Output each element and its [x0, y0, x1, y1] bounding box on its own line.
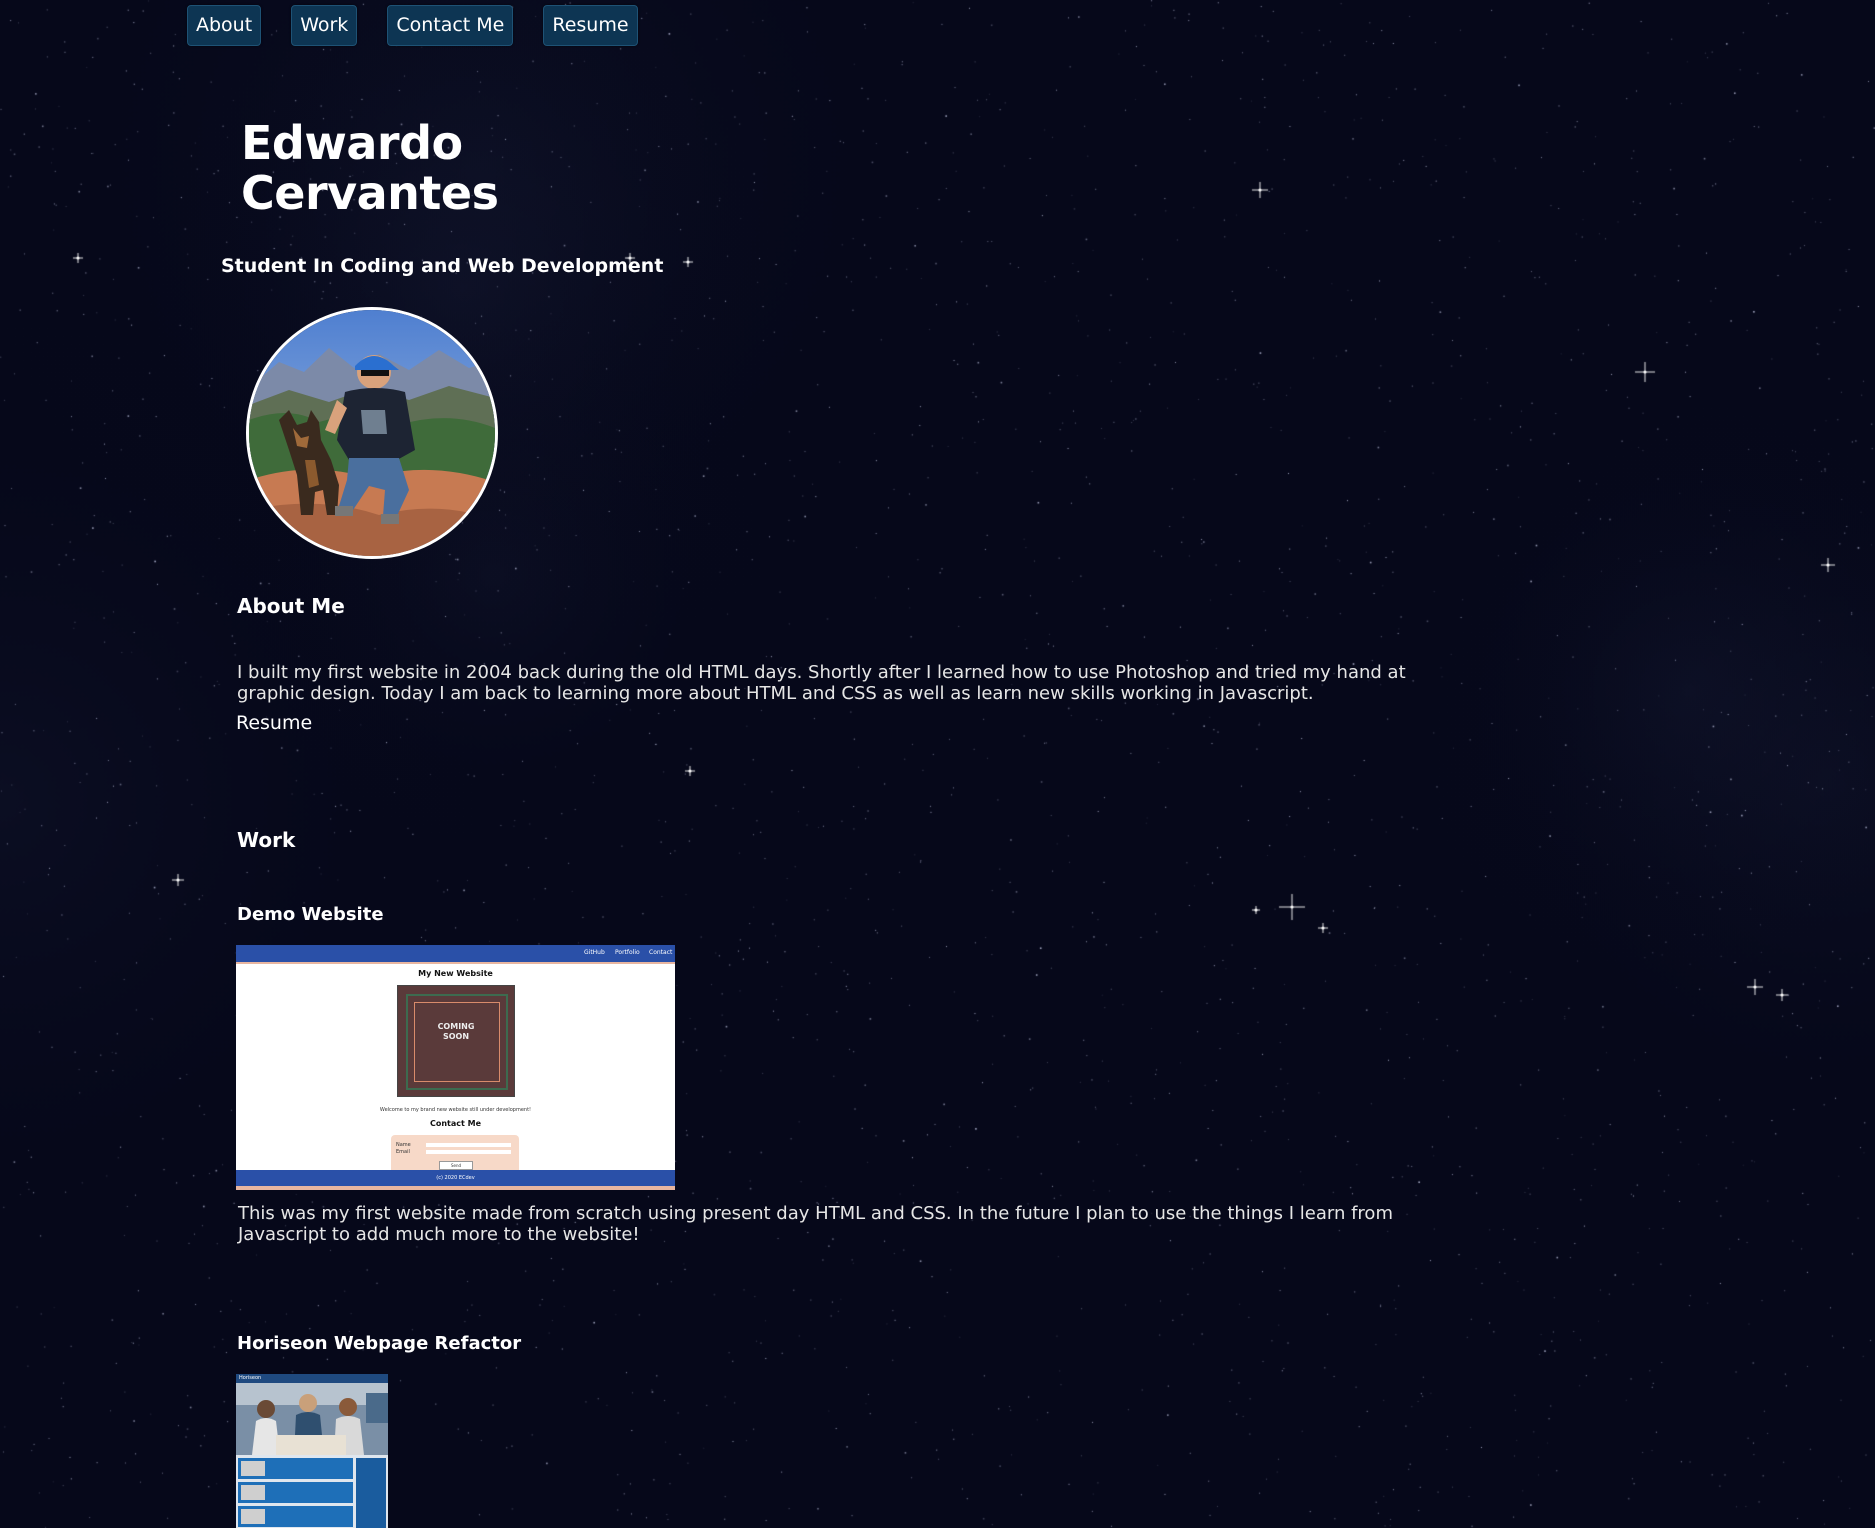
horiseon-header-bar: Horiseon — [236, 1374, 388, 1383]
about-text: I built my first website in 2004 back du… — [237, 662, 1406, 704]
horiseon-sidebar — [356, 1458, 386, 1528]
horiseon-card-2-image — [241, 1485, 265, 1500]
resume-link[interactable]: Resume — [236, 712, 312, 734]
project-title-horiseon: Horiseon Webpage Refactor — [237, 1333, 522, 1354]
nav-contact-button[interactable]: Contact Me — [387, 5, 514, 46]
mini-form-name-label: Name — [396, 1142, 411, 1148]
mini-form-email-label: Email — [396, 1149, 410, 1155]
nav-work-button[interactable]: Work — [291, 5, 358, 46]
mini-form-send-button: Send — [439, 1161, 473, 1170]
mini-nav-github: GitHub — [584, 949, 605, 956]
nav-resume-button[interactable]: Resume — [543, 5, 638, 46]
horiseon-hero-image — [236, 1383, 388, 1455]
mini-nav-portfolio: Portfolio — [615, 949, 640, 956]
top-nav: About Work Contact Me Resume — [187, 5, 638, 46]
badge-line-2: SOON — [442, 1032, 470, 1041]
name-last: Cervantes — [241, 166, 499, 220]
page: About Work Contact Me Resume Edwardo Cer… — [0, 0, 1875, 1528]
horiseon-screenshot[interactable]: Horiseon — [236, 1374, 388, 1528]
subtitle: Student In Coding and Web Development — [221, 255, 664, 277]
page-title: Edwardo Cervantes — [241, 116, 499, 220]
mini-footer-text: (c) 2020 ECdev — [436, 1175, 475, 1181]
mini-form-email-field — [426, 1150, 511, 1154]
horiseon-content-column — [238, 1458, 353, 1528]
mini-header-underline — [236, 962, 675, 964]
mini-title: My New Website — [418, 969, 493, 978]
mini-header-bar — [236, 945, 675, 962]
work-heading: Work — [237, 828, 296, 852]
mini-footer-line — [236, 1186, 675, 1190]
badge-text: COMING SOON — [398, 1022, 514, 1042]
coming-soon-badge: COMING SOON — [397, 985, 515, 1097]
horiseon-card-1-image — [241, 1461, 265, 1476]
nav-about-button[interactable]: About — [187, 5, 262, 46]
horiseon-logo: Horiseon — [239, 1375, 262, 1381]
mini-nav-contact: Contact — [649, 949, 673, 956]
horiseon-card-1 — [238, 1458, 353, 1479]
mini-welcome-text: Welcome to my brand new website still un… — [379, 1107, 532, 1113]
badge-border — [406, 994, 508, 1090]
badge-line-1: COMING — [437, 1022, 475, 1031]
mini-form-name-field — [426, 1143, 511, 1147]
about-heading: About Me — [237, 594, 345, 618]
horiseon-card-3 — [238, 1506, 353, 1527]
name-first: Edwardo — [241, 116, 463, 170]
demo-website-screenshot[interactable]: GitHub Portfolio Contact My New Website … — [236, 945, 675, 1190]
profile-photo — [249, 310, 495, 556]
project-title-demo: Demo Website — [237, 904, 384, 925]
mini-contact-heading: Contact Me — [429, 1119, 482, 1128]
horiseon-card-2 — [238, 1482, 353, 1503]
horiseon-card-3-image — [241, 1509, 265, 1524]
avatar — [246, 307, 498, 559]
badge-inner-border — [414, 1002, 500, 1082]
project-description-demo: This was my first website made from scra… — [238, 1203, 1393, 1245]
